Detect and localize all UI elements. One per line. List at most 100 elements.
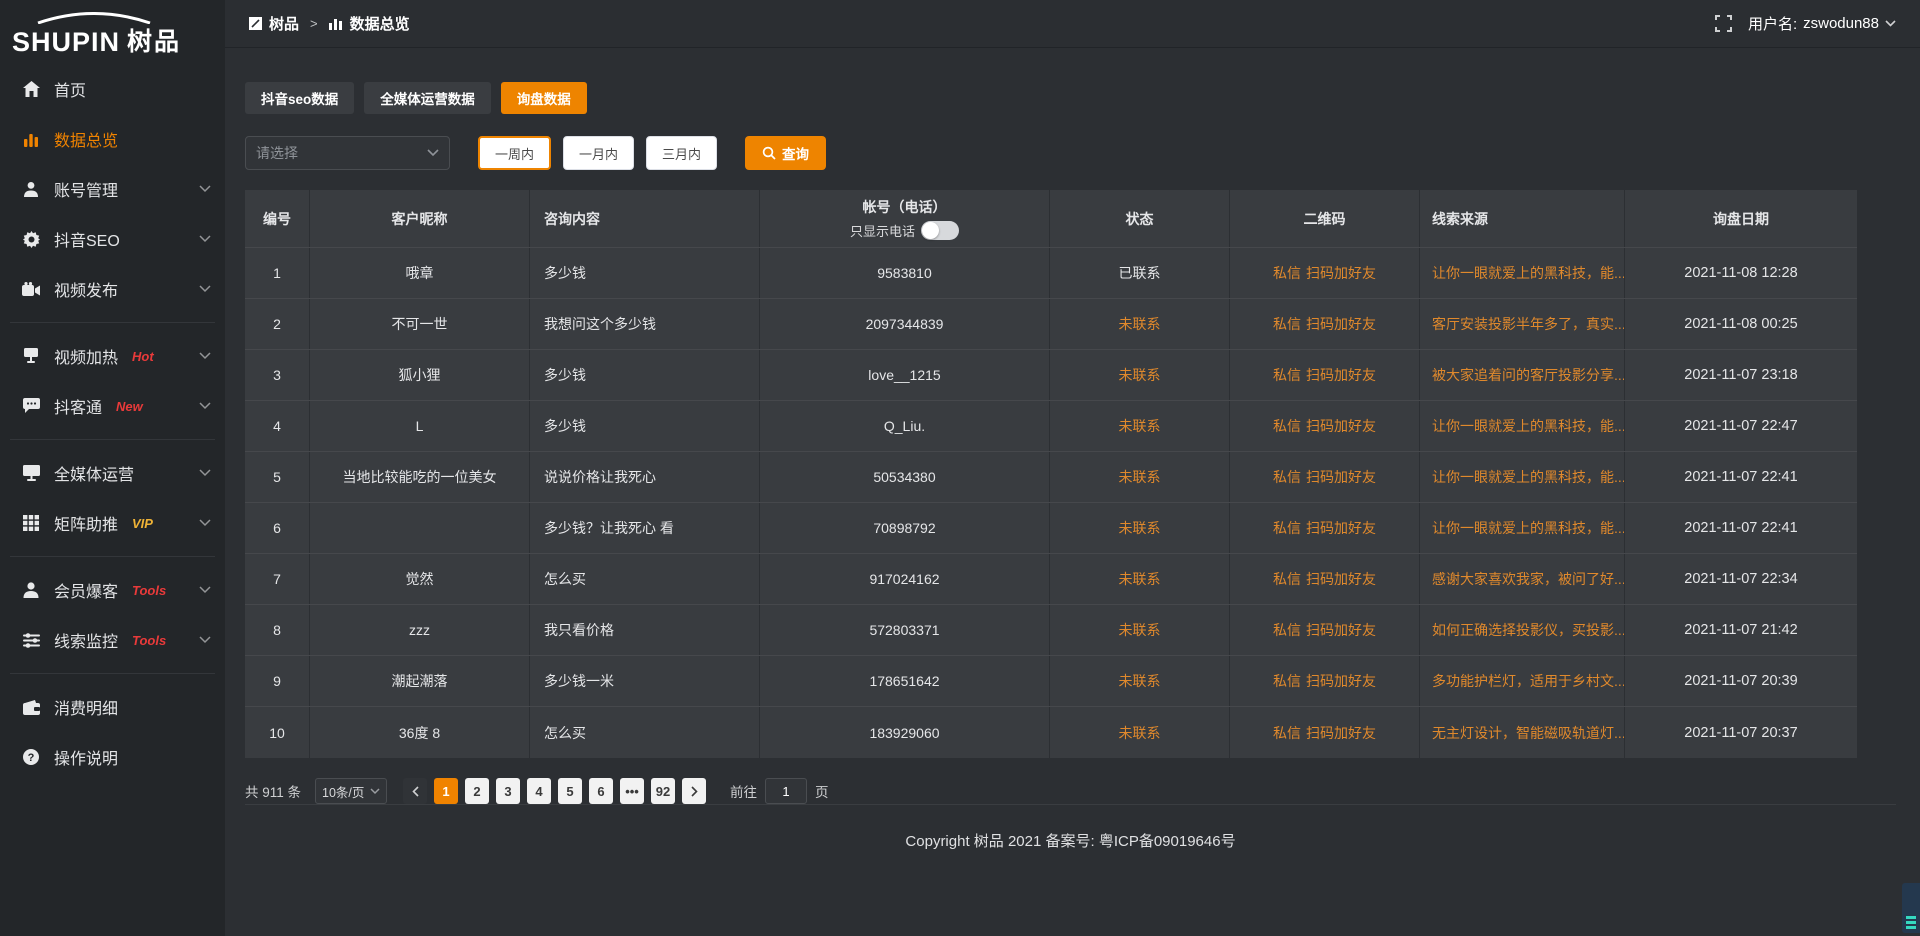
source-link[interactable]: 被大家追着问的客厅投影分享... <box>1432 365 1624 385</box>
page-button-92[interactable]: 92 <box>651 778 675 804</box>
data-tabs: 抖音seo数据全媒体运营数据询盘数据 <box>245 82 1896 114</box>
cell-date: 2021-11-07 22:41 <box>1625 452 1857 502</box>
chevron-down-icon <box>199 631 211 649</box>
tab-询盘数据[interactable]: 询盘数据 <box>501 82 587 114</box>
cell-status: 未联系 <box>1050 605 1230 655</box>
filter-select[interactable]: 请选择 <box>245 136 450 170</box>
source-link[interactable]: 让你一眼就爱上的黑科技，能... <box>1432 467 1624 487</box>
qr-link[interactable]: 扫码加好友 <box>1306 620 1376 640</box>
search-button[interactable]: 查询 <box>745 136 826 170</box>
chevron-down-icon <box>199 397 211 415</box>
source-link[interactable]: 客厅安装投影半年多了，真实... <box>1432 314 1624 334</box>
page-button-2[interactable]: 2 <box>465 778 489 804</box>
page-button-5[interactable]: 5 <box>558 778 582 804</box>
cell-inquiry: 说说价格让我死心 <box>530 452 760 502</box>
range-button-一月内[interactable]: 一月内 <box>563 136 634 170</box>
page-button-1[interactable]: 1 <box>434 778 458 804</box>
monitor-icon <box>22 464 40 482</box>
table-row: 7觉然怎么买917024162未联系私信扫码加好友感谢大家喜欢我家，被问了好..… <box>245 554 1857 605</box>
fullscreen-icon[interactable] <box>1715 15 1732 32</box>
cell-date: 2021-11-07 20:37 <box>1625 707 1857 758</box>
page-button-3[interactable]: 3 <box>496 778 520 804</box>
user-menu[interactable]: 用户名: zswodun88 <box>1748 13 1896 34</box>
source-link[interactable]: 让你一眼就爱上的黑科技，能... <box>1432 416 1624 436</box>
sidebar-item-全媒体运营[interactable]: 全媒体运营 <box>0 448 225 498</box>
sidebar-item-线索监控[interactable]: 线索监控Tools <box>0 615 225 665</box>
source-link[interactable]: 让你一眼就爱上的黑科技，能... <box>1432 263 1624 283</box>
qr-link[interactable]: 私信 <box>1273 314 1301 334</box>
qr-link[interactable]: 扫码加好友 <box>1306 263 1376 283</box>
table-row: 5当地比较能吃的一位美女说说价格让我死心50534380未联系私信扫码加好友让你… <box>245 452 1857 503</box>
source-link[interactable]: 让你一眼就爱上的黑科技，能... <box>1432 518 1624 538</box>
tab-抖音seo数据[interactable]: 抖音seo数据 <box>245 82 354 114</box>
source-link[interactable]: 感谢大家喜欢我家，被问了好... <box>1432 569 1624 589</box>
sidebar-item-抖音SEO[interactable]: 抖音SEO <box>0 214 225 264</box>
bar-chart-icon <box>329 17 343 30</box>
sidebar-item-矩阵助推[interactable]: 矩阵助推VIP <box>0 498 225 548</box>
prev-page-button[interactable] <box>403 778 427 804</box>
breadcrumb-root[interactable]: 树品 <box>269 13 299 34</box>
range-button-一周内[interactable]: 一周内 <box>478 136 551 170</box>
cell-qrcode: 私信扫码加好友 <box>1230 605 1420 655</box>
goto-label: 前往 <box>730 781 757 801</box>
qr-link[interactable]: 私信 <box>1273 467 1301 487</box>
svg-text:?: ? <box>28 752 35 764</box>
page-button-6[interactable]: 6 <box>589 778 613 804</box>
sidebar-divider <box>10 556 215 557</box>
qr-link[interactable]: 私信 <box>1273 620 1301 640</box>
sidebar-item-消费明细[interactable]: 消费明细 <box>0 682 225 732</box>
sidebar-badge: New <box>116 399 143 414</box>
qr-link[interactable]: 扫码加好友 <box>1306 671 1376 691</box>
qr-link[interactable]: 扫码加好友 <box>1306 365 1376 385</box>
next-page-button[interactable] <box>682 778 706 804</box>
qr-link[interactable]: 扫码加好友 <box>1306 518 1376 538</box>
page-size-select[interactable]: 10条/页 <box>315 778 387 804</box>
cell-status: 未联系 <box>1050 503 1230 553</box>
sidebar-item-数据总览[interactable]: 数据总览 <box>0 114 225 164</box>
page-button-4[interactable]: 4 <box>527 778 551 804</box>
tab-全媒体运营数据[interactable]: 全媒体运营数据 <box>364 82 491 114</box>
source-link[interactable]: 多功能护栏灯，适用于乡村文... <box>1432 671 1624 691</box>
qr-link[interactable]: 私信 <box>1273 723 1301 743</box>
qr-link[interactable]: 私信 <box>1273 569 1301 589</box>
qr-link[interactable]: 私信 <box>1273 263 1301 283</box>
cell-id: 4 <box>245 401 310 451</box>
sidebar-item-抖客通[interactable]: 抖客通New <box>0 381 225 431</box>
qr-link[interactable]: 扫码加好友 <box>1306 723 1376 743</box>
sidebar-item-视频发布[interactable]: 视频发布 <box>0 264 225 314</box>
sidebar-item-账号管理[interactable]: 账号管理 <box>0 164 225 214</box>
qr-link[interactable]: 扫码加好友 <box>1306 314 1376 334</box>
source-link[interactable]: 无主灯设计，智能磁吸轨道灯... <box>1432 723 1624 743</box>
page-ellipsis-button[interactable]: ••• <box>620 778 644 804</box>
phone-only-toggle[interactable] <box>921 221 959 240</box>
sidebar-item-操作说明[interactable]: ?操作说明 <box>0 732 225 782</box>
qr-link[interactable]: 私信 <box>1273 416 1301 436</box>
content-area: 抖音seo数据全媒体运营数据询盘数据 请选择 一周内一月内三月内 查询 编号 客… <box>225 48 1920 876</box>
sidebar-item-会员爆客[interactable]: 会员爆客Tools <box>0 565 225 615</box>
goto-page-input[interactable] <box>765 778 807 804</box>
qr-link[interactable]: 私信 <box>1273 671 1301 691</box>
cell-inquiry: 怎么买 <box>530 554 760 604</box>
edge-widget[interactable] <box>1902 883 1920 933</box>
cell-status: 未联系 <box>1050 452 1230 502</box>
cell-id: 6 <box>245 503 310 553</box>
sidebar-nav: 首页数据总览账号管理抖音SEO视频发布视频加热Hot抖客通New 全媒体运营矩阵助… <box>0 64 225 782</box>
cell-qrcode: 私信扫码加好友 <box>1230 350 1420 400</box>
qr-link[interactable]: 私信 <box>1273 518 1301 538</box>
chevron-down-icon <box>199 230 211 248</box>
qr-link[interactable]: 扫码加好友 <box>1306 569 1376 589</box>
qr-link[interactable]: 扫码加好友 <box>1306 467 1376 487</box>
cell-nickname: zzz <box>310 605 530 655</box>
home-icon <box>22 80 40 98</box>
cell-inquiry: 我想问这个多少钱 <box>530 299 760 349</box>
qr-link[interactable]: 扫码加好友 <box>1306 416 1376 436</box>
brand-logo[interactable]: SHUPIN 树品 <box>0 8 225 64</box>
sidebar-item-首页[interactable]: 首页 <box>0 64 225 114</box>
cell-nickname: 潮起潮落 <box>310 656 530 706</box>
sidebar-item-label: 全媒体运营 <box>54 461 134 485</box>
cell-date: 2021-11-07 21:42 <box>1625 605 1857 655</box>
range-button-三月内[interactable]: 三月内 <box>646 136 717 170</box>
sidebar-item-视频加热[interactable]: 视频加热Hot <box>0 331 225 381</box>
source-link[interactable]: 如何正确选择投影仪，买投影... <box>1432 620 1624 640</box>
qr-link[interactable]: 私信 <box>1273 365 1301 385</box>
